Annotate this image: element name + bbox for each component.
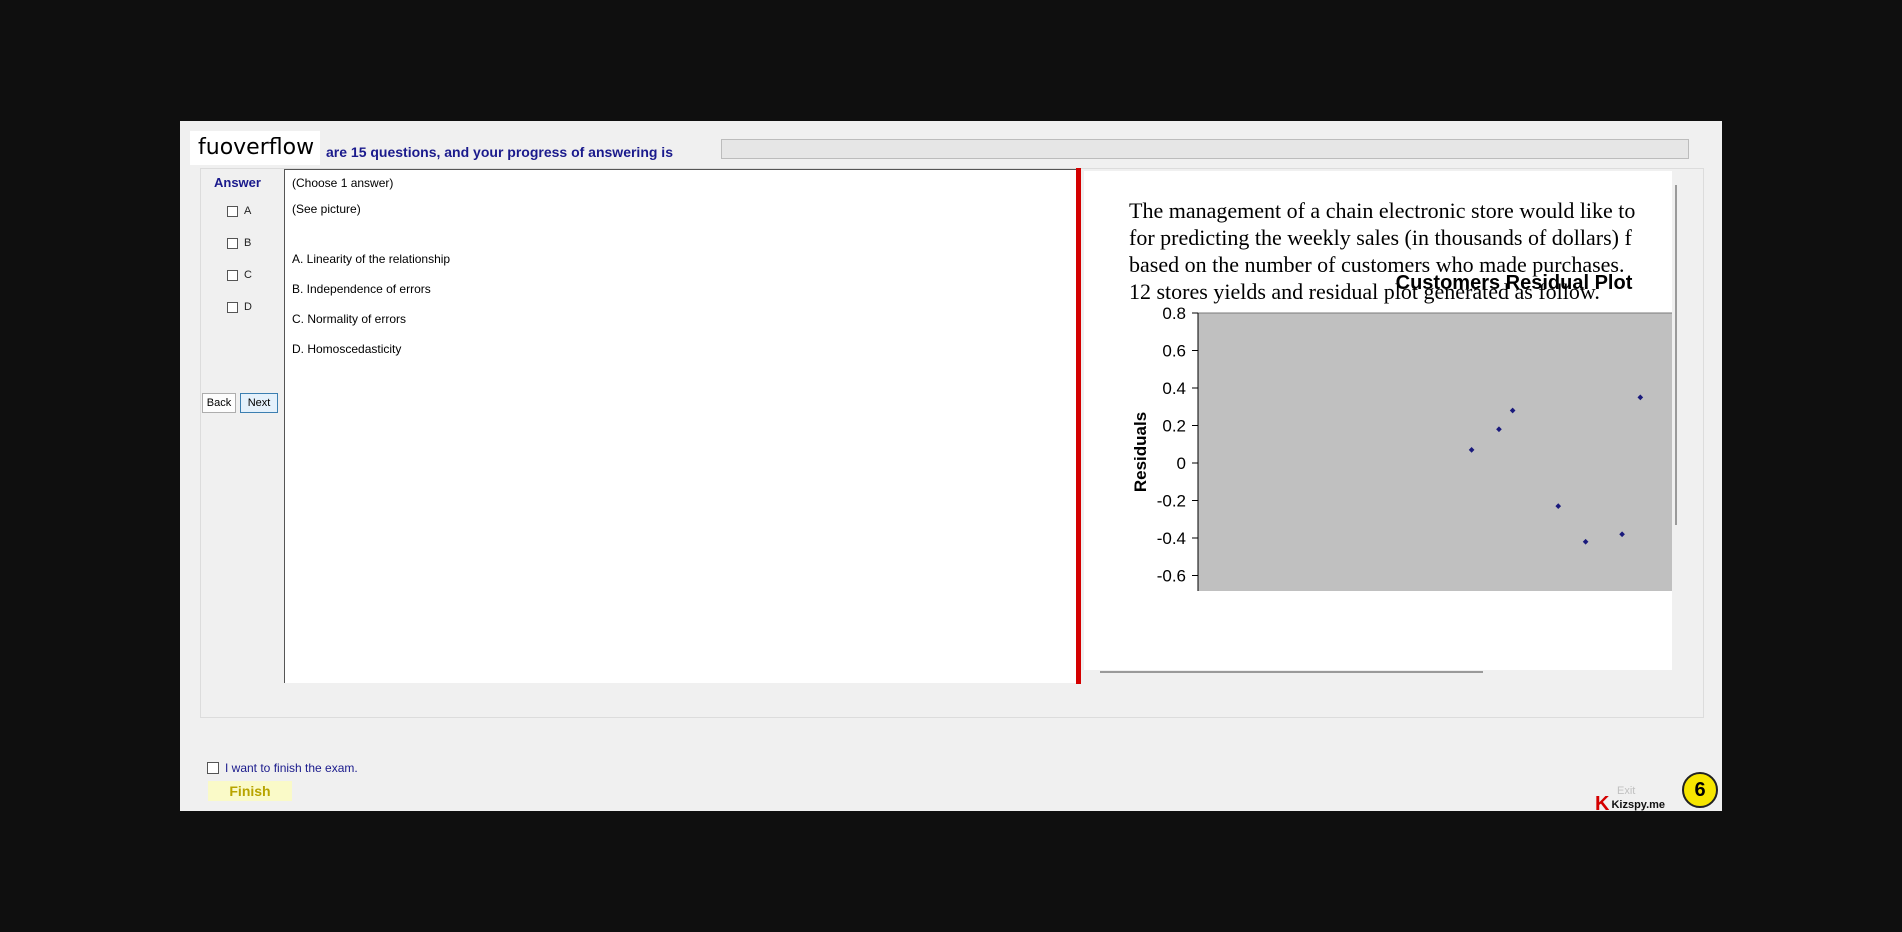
brand-logo: K Kizspy.me [1595,793,1665,816]
panel-divider[interactable] [1076,168,1081,684]
back-button[interactable]: Back [202,393,236,413]
answer-option-label: C [244,269,252,281]
question-number-badge: 6 [1682,772,1718,808]
finish-exam-option[interactable]: I want to finish the exam. [207,761,358,775]
residual-plot: Customers Residual Plot 0.8 0.6 0.4 0.2 0 -0.2… [1131,272,1672,591]
y-tick-label: 0.8 [1162,304,1186,323]
choice-d: D. Homoscedasticity [292,342,402,356]
y-tick-label: -0.6 [1157,567,1186,586]
answer-option-label: B [244,237,252,249]
question-see-picture: (See picture) [292,202,361,216]
brand-name: Kizspy.me [1611,798,1666,811]
answer-option-d[interactable]: D [227,301,252,313]
picture-panel: The management of a chain electronic sto… [1084,171,1672,670]
y-tick-label: 0.4 [1162,379,1186,398]
answer-option-label: A [244,205,252,217]
question-instruction: (Choose 1 answer) [292,176,394,190]
chart-title: Customers Residual Plot [1396,272,1633,294]
answer-option-label: D [244,301,252,313]
exam-window: fuoverflow are 15 questions, and your pr… [180,121,1722,815]
answer-option-a[interactable]: A [227,205,251,217]
checkbox[interactable] [227,269,238,281]
progress-label: are 15 questions, and your progress of a… [326,144,673,160]
choice-a: A. Linearity of the relationship [292,252,451,266]
finish-exam-label: I want to finish the exam. [225,761,358,775]
y-tick-label: 0.2 [1162,417,1186,436]
y-axis-label: Residuals [1131,412,1150,492]
y-tick-label: -0.4 [1157,529,1186,548]
y-tick-label: -0.2 [1157,492,1186,511]
answer-title: Answer [214,175,261,190]
finish-button[interactable]: Finish [208,781,292,801]
answer-option-b[interactable]: B [227,237,251,249]
question-panel: (Choose 1 answer) (See picture) A. Linea… [284,169,1078,683]
next-button[interactable]: Next [240,393,278,413]
choice-c: C. Normality of errors [292,312,407,326]
progress-bar [721,139,1689,159]
checkbox[interactable] [207,762,219,774]
brand-mark: K [1595,793,1610,815]
logo: fuoverflow [190,131,320,165]
checkbox[interactable] [227,205,238,217]
choice-b: B. Independence of errors [292,282,431,296]
vertical-scrollbar[interactable] [1675,185,1677,525]
checkbox[interactable] [227,301,238,313]
checkbox[interactable] [227,237,238,249]
horizontal-scrollbar[interactable] [1100,671,1483,673]
y-tick-label: 0.6 [1162,342,1186,361]
y-tick-label: 0 [1177,454,1186,473]
plot-area [1198,313,1672,591]
answer-option-c[interactable]: C [227,269,252,281]
